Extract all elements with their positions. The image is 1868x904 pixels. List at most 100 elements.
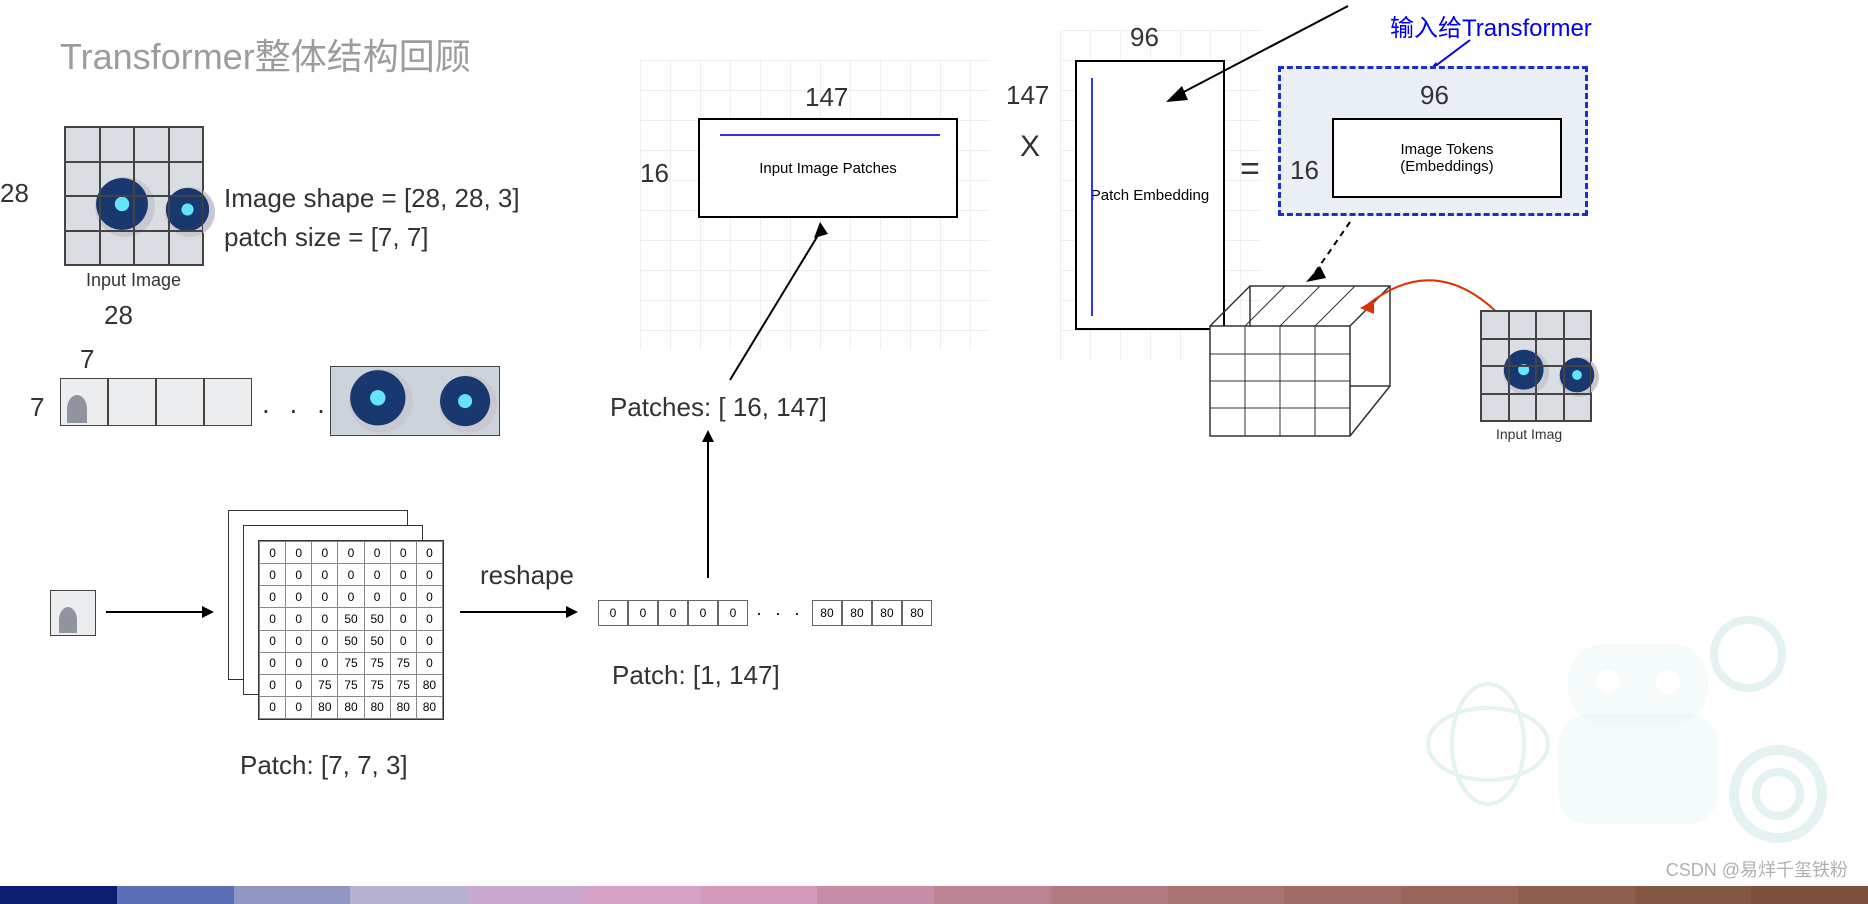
rowvec-cell: 0 xyxy=(658,600,688,626)
footer-segment xyxy=(1518,886,1635,904)
patches-caption: Patches: [ 16, 147] xyxy=(610,392,827,423)
matrix-cell: 75 xyxy=(390,674,416,696)
image-shape-text: Image shape = [28, 28, 3] xyxy=(224,183,520,214)
csdn-watermark: CSDN @易烊千玺铁粉 xyxy=(1666,856,1848,882)
matrix-cell: 0 xyxy=(390,630,416,652)
matrix-cell: 0 xyxy=(286,608,312,630)
matrix-cell: 50 xyxy=(364,608,390,630)
rowvec-cell: 0 xyxy=(688,600,718,626)
dim-7-top: 7 xyxy=(80,344,94,375)
footer-segment xyxy=(1751,886,1868,904)
matrix-cell: 80 xyxy=(364,696,390,718)
input-patches-box-label: Input Image Patches xyxy=(759,160,897,177)
multiply-symbol: X xyxy=(1020,130,1040,164)
matrix-cell: 75 xyxy=(364,652,390,674)
footer-segment xyxy=(584,886,701,904)
matrix-cell: 50 xyxy=(338,630,364,652)
footer-segment xyxy=(1635,886,1752,904)
matrix-cell: 80 xyxy=(390,696,416,718)
matrix-cell: 0 xyxy=(286,652,312,674)
matrix-cell: 80 xyxy=(338,696,364,718)
matrix-cell: 0 xyxy=(338,542,364,564)
matrix-cell: 0 xyxy=(390,586,416,608)
matrix-cell: 75 xyxy=(338,674,364,696)
matrix-cell: 0 xyxy=(286,674,312,696)
footer-segment xyxy=(1168,886,1285,904)
matrix-cell: 0 xyxy=(260,608,286,630)
arrow-right-icon xyxy=(106,600,216,624)
image-tokens-box: Image Tokens (Embeddings) xyxy=(1332,118,1562,198)
rowvec-cell: 80 xyxy=(812,600,842,626)
arrow-right-icon xyxy=(460,600,580,624)
matrix-cell: 80 xyxy=(416,674,442,696)
dim-28-bottom: 28 xyxy=(104,300,133,331)
footer-segment xyxy=(467,886,584,904)
matrix-cell: 75 xyxy=(390,652,416,674)
footer-segment xyxy=(1401,886,1518,904)
dim-16-tokens: 16 xyxy=(1290,155,1319,186)
matrix-cell: 0 xyxy=(286,630,312,652)
matrix-cell: 75 xyxy=(364,674,390,696)
matrix-cell: 0 xyxy=(416,630,442,652)
patch-cell xyxy=(156,378,204,426)
patch-cell-eye xyxy=(330,366,500,436)
rowvec-cell: 80 xyxy=(872,600,902,626)
dim-96-top: 96 xyxy=(1130,22,1159,53)
dim-147-left: 147 xyxy=(1006,80,1049,111)
matrix-cell: 0 xyxy=(260,564,286,586)
input-image-small-caption: Input Imag xyxy=(1496,426,1562,442)
dim-28-left: 28 xyxy=(0,178,29,209)
robot-watermark-icon xyxy=(1408,604,1828,864)
rowvec-cell: 0 xyxy=(718,600,748,626)
matrix-cell: 0 xyxy=(390,564,416,586)
dim-96-tokens: 96 xyxy=(1420,80,1449,111)
matrix-cell: 80 xyxy=(416,696,442,718)
matrix-cell: 0 xyxy=(286,564,312,586)
matrix-cell: 0 xyxy=(260,652,286,674)
footer-segment xyxy=(117,886,234,904)
matrix-cell: 0 xyxy=(390,542,416,564)
matrix-cell: 0 xyxy=(416,542,442,564)
matrix-cell: 50 xyxy=(338,608,364,630)
dim-147-top: 147 xyxy=(805,82,848,113)
reshape-label: reshape xyxy=(480,560,574,591)
rowvec-ellipsis: · · · xyxy=(748,603,812,624)
matrix-cell: 0 xyxy=(416,586,442,608)
matrix-cell: 0 xyxy=(416,564,442,586)
matrix-cell: 0 xyxy=(312,586,338,608)
patch-cell xyxy=(204,378,252,426)
matrix-cell: 0 xyxy=(260,696,286,718)
input-image-small xyxy=(1480,310,1592,422)
matrix-cell: 0 xyxy=(416,652,442,674)
tokens-l2: (Embeddings) xyxy=(1400,158,1493,175)
matrix-cell: 0 xyxy=(312,630,338,652)
patch-773-label: Patch: [7, 7, 3] xyxy=(240,750,408,781)
rowvec-cell: 0 xyxy=(628,600,658,626)
input-image-grid xyxy=(64,126,204,266)
matrix-cell: 0 xyxy=(364,564,390,586)
matrix-cell: 0 xyxy=(312,608,338,630)
dim-7-left: 7 xyxy=(30,392,44,423)
footer-segment xyxy=(1284,886,1401,904)
matrix-cell: 0 xyxy=(260,542,286,564)
matrix-cell: 0 xyxy=(364,586,390,608)
arrow-diag-icon xyxy=(720,220,840,390)
patch-1-147-label: Patch: [1, 147] xyxy=(612,660,780,691)
footer-segment xyxy=(1051,886,1168,904)
matrix-cell: 0 xyxy=(260,586,286,608)
footer-segment xyxy=(817,886,934,904)
matrix-cell: 0 xyxy=(390,608,416,630)
matrix-cell: 50 xyxy=(364,630,390,652)
matrix-cell: 0 xyxy=(286,542,312,564)
patch-cell xyxy=(108,378,156,426)
tokens-l1: Image Tokens xyxy=(1400,141,1493,158)
matrix-cell: 0 xyxy=(338,586,364,608)
rowvec-cell: 80 xyxy=(842,600,872,626)
ellipsis: . . . xyxy=(262,388,331,420)
footer-segment xyxy=(934,886,1051,904)
footer-segment xyxy=(701,886,818,904)
input-image-caption: Input Image xyxy=(86,270,181,291)
footer-segment xyxy=(0,886,117,904)
footer-segment xyxy=(350,886,467,904)
input-patches-box: Input Image Patches xyxy=(698,118,958,218)
